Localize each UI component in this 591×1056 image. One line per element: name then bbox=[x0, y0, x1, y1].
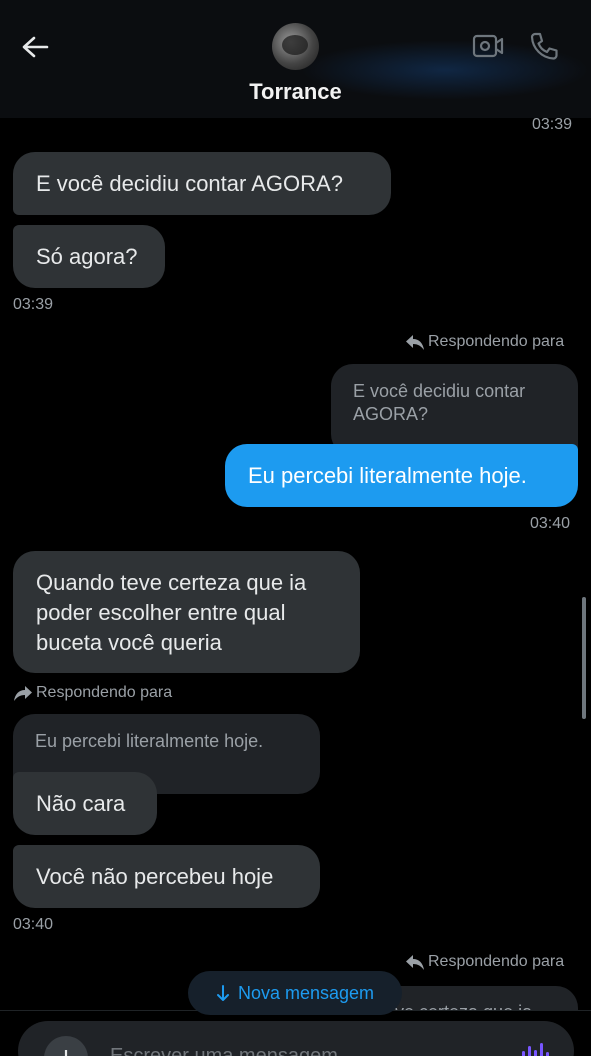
reply-label: Respondendo para bbox=[36, 684, 173, 701]
video-call-button[interactable] bbox=[472, 32, 504, 60]
received-message[interactable]: Não cara bbox=[13, 772, 157, 835]
scrollbar[interactable] bbox=[582, 597, 586, 719]
reply-icon bbox=[406, 955, 424, 970]
quoted-message[interactable]: E você decidiu contar AGORA? bbox=[331, 364, 578, 456]
received-message[interactable]: E você decidiu contar AGORA? bbox=[13, 152, 391, 215]
reply-label: Respondendo para bbox=[428, 953, 565, 970]
new-message-label: Nova mensagem bbox=[237, 982, 375, 1003]
message-input[interactable] bbox=[110, 1041, 490, 1056]
composer: + bbox=[18, 1021, 574, 1056]
arrow-left-icon bbox=[22, 36, 49, 58]
reply-icon bbox=[14, 686, 32, 701]
reply-indicator: Respondendo para bbox=[405, 953, 564, 971]
reply-indicator: Respondendo para bbox=[405, 333, 564, 351]
timestamp: 03:39 bbox=[13, 296, 54, 313]
reply-indicator: Respondendo para bbox=[13, 684, 172, 702]
new-message-button[interactable]: Nova mensagem bbox=[188, 971, 402, 1015]
timestamp: 03:40 bbox=[530, 515, 571, 532]
sent-message[interactable]: Eu percebi literalmente hoje. bbox=[225, 444, 578, 507]
received-message[interactable]: Você não percebeu hoje bbox=[13, 845, 320, 908]
video-icon bbox=[472, 34, 504, 58]
voice-wave-icon bbox=[522, 1043, 549, 1056]
received-message[interactable]: Quando teve certeza que ia poder escolhe… bbox=[13, 551, 360, 673]
back-button[interactable] bbox=[18, 30, 52, 64]
contact-name[interactable]: Torrance bbox=[0, 79, 591, 105]
timestamp: 03:39 bbox=[532, 116, 573, 133]
add-media-button[interactable]: + bbox=[44, 1036, 88, 1056]
arrow-down-icon bbox=[216, 985, 229, 1001]
phone-icon bbox=[530, 32, 558, 60]
voice-call-button[interactable] bbox=[528, 30, 560, 62]
conversation-header: Torrance bbox=[0, 0, 591, 118]
reply-icon bbox=[406, 335, 424, 350]
reply-label: Respondendo para bbox=[428, 333, 565, 350]
timestamp: 03:40 bbox=[13, 916, 54, 933]
avatar[interactable] bbox=[272, 23, 319, 70]
plus-icon: + bbox=[57, 1041, 75, 1056]
voice-message-button[interactable] bbox=[518, 1041, 550, 1056]
received-message[interactable]: Só agora? bbox=[13, 225, 165, 288]
